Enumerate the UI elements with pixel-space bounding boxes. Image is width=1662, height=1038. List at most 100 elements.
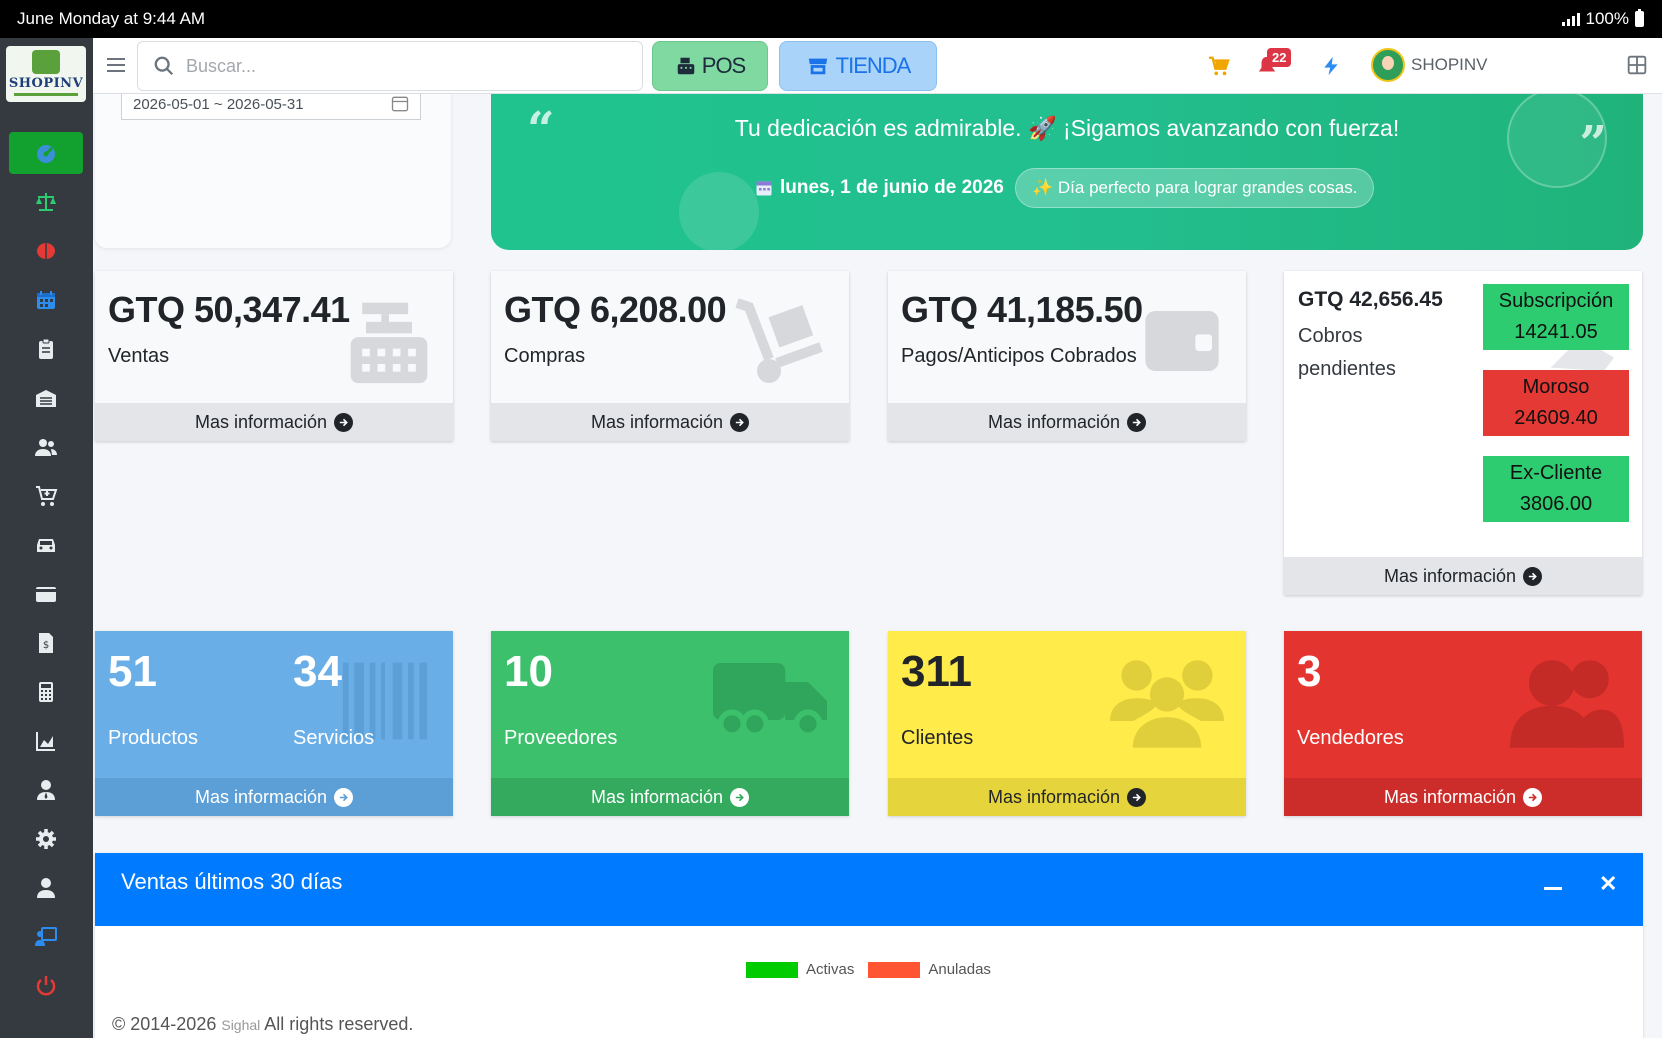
svg-text:$: $	[43, 640, 49, 651]
suppliers-label: Proveedores	[504, 727, 618, 749]
gear-icon	[36, 829, 56, 849]
chart-title: Ventas últimos 30 días	[121, 869, 343, 894]
sidebar-item-reports[interactable]	[9, 720, 83, 762]
battery-icon	[1635, 9, 1644, 27]
products-box: 51 Productos 34 Servicios Mas informació…	[95, 631, 453, 816]
arrow-right-icon	[1127, 412, 1147, 432]
subscription-tag[interactable]: Subscripción 14241.05	[1483, 284, 1629, 350]
pending-more-link[interactable]: Mas información	[1284, 557, 1642, 595]
menu-toggle-icon[interactable]	[107, 56, 125, 74]
suppliers-count: 10	[504, 647, 553, 696]
avatar	[1371, 48, 1405, 82]
signal-icon	[1561, 12, 1580, 26]
rights-text: All rights reserved.	[264, 1014, 414, 1034]
wallet-icon	[36, 587, 56, 602]
sidebar-item-balance[interactable]	[9, 181, 83, 223]
sidebar-item-profile[interactable]	[9, 867, 83, 909]
sidebar-item-brain[interactable]	[9, 230, 83, 272]
ex-client-tag[interactable]: Ex-Cliente 3806.00	[1483, 456, 1629, 522]
sidebar-item-calculator[interactable]	[9, 671, 83, 713]
sales-more-link[interactable]: Mas información	[95, 403, 453, 441]
search-icon	[154, 56, 174, 76]
calendar-icon	[37, 291, 55, 309]
sidebar-item-dashboard[interactable]	[9, 132, 83, 174]
scale-icon	[36, 193, 56, 211]
sellers-more-link[interactable]: Mas información	[1284, 778, 1642, 816]
banner-message: Tu dedicación es admirable. 🚀 ¡Sigamos a…	[734, 115, 1400, 141]
battery-percent: 100%	[1585, 9, 1629, 28]
date-range-card: 2026-05-01 ~ 2026-05-31	[95, 94, 451, 248]
users-icon	[35, 439, 57, 456]
copyright-text: © 2014-2026	[112, 1014, 217, 1034]
top-navbar: POS TIENDA 22 SHOPINV	[93, 38, 1662, 94]
sellers-box: 3 Vendedores Mas información	[1284, 631, 1642, 816]
search-input[interactable]	[186, 52, 626, 80]
sidebar: SHOPINV $	[0, 38, 93, 1038]
logo-mark-icon	[32, 50, 60, 74]
sidebar-item-settings[interactable]	[9, 818, 83, 860]
sidebar-item-users[interactable]	[9, 426, 83, 468]
pos-button[interactable]: POS	[652, 41, 768, 91]
arrow-right-icon	[1523, 566, 1543, 586]
sidebar-item-wallet[interactable]	[9, 573, 83, 615]
banner-tip-text: ✨ Día perfecto para lograr grandes cosas…	[1032, 178, 1358, 197]
products-label: Productos	[108, 727, 199, 749]
sidebar-item-cart[interactable]	[9, 475, 83, 517]
services-label: Servicios	[293, 727, 375, 749]
sidebar-item-warehouse[interactable]	[9, 377, 83, 419]
cart-button[interactable]	[1205, 52, 1233, 80]
cart-plus-icon	[36, 486, 58, 506]
suppliers-more-link[interactable]: Mas información	[491, 778, 849, 816]
page-footer: © 2014-2026 Sighal All rights reserved.	[93, 1008, 1662, 1038]
truck-icon	[713, 663, 827, 739]
sidebar-item-vehicle[interactable]	[9, 524, 83, 566]
calendar-icon	[756, 181, 772, 196]
services-count: 34	[293, 647, 342, 696]
car-icon	[37, 539, 55, 552]
sidebar-item-calendar[interactable]	[9, 279, 83, 321]
tienda-button[interactable]: TIENDA	[779, 41, 937, 91]
sidebar-item-teacher[interactable]	[9, 916, 83, 958]
close-icon[interactable]: ✕	[1599, 871, 1617, 897]
purchases-more-link[interactable]: Mas información	[491, 403, 849, 441]
calculator-icon	[39, 682, 53, 702]
clients-box: 311 Clientes Mas información	[888, 631, 1246, 816]
pending-collections-box: GTQ 42,656.45 Cobros pendientes Subscrip…	[1284, 271, 1642, 595]
collapse-icon[interactable]	[1544, 887, 1562, 890]
notifications-badge: 22	[1267, 48, 1292, 67]
clients-more-link[interactable]: Mas información	[888, 778, 1246, 816]
products-count: 51	[108, 647, 157, 696]
bolt-icon	[1324, 56, 1338, 76]
apps-grid-icon[interactable]	[1627, 55, 1647, 75]
presentation-icon	[35, 927, 57, 946]
sidebar-item-clipboard[interactable]	[9, 328, 83, 370]
sidebar-item-invoice[interactable]: $	[9, 622, 83, 664]
payments-more-link[interactable]: Mas información	[888, 403, 1246, 441]
tienda-label: TIENDA	[835, 53, 912, 78]
user-tie-icon	[37, 780, 55, 800]
cash-register-icon	[677, 57, 695, 75]
app-logo[interactable]: SHOPINV	[6, 46, 86, 102]
arrow-right-icon	[730, 412, 750, 432]
products-more-link[interactable]: Mas información	[95, 778, 453, 816]
status-bar: June Monday at 9:44 AM 100%	[0, 0, 1662, 38]
legend-swatch-anuladas	[868, 961, 921, 978]
user-menu[interactable]: SHOPINV	[1371, 48, 1488, 82]
sidebar-item-logout[interactable]	[9, 965, 83, 1007]
chart-legend: Activas Anuladas	[746, 961, 991, 978]
footer-brand[interactable]: Sighal	[221, 1017, 260, 1033]
arrow-right-icon	[334, 787, 354, 807]
clipboard-icon	[39, 338, 53, 359]
quick-actions-button[interactable]	[1317, 52, 1345, 80]
sellers-label: Vendedores	[1297, 727, 1404, 749]
date-range-input[interactable]: 2026-05-01 ~ 2026-05-31	[121, 94, 421, 120]
arrow-right-icon	[730, 787, 750, 807]
purchases-box: GTQ 6,208.00 Compras Mas información	[491, 271, 849, 441]
brain-icon	[37, 243, 55, 259]
cash-register-icon	[350, 302, 428, 384]
legend-label-anuladas: Anuladas	[928, 961, 991, 978]
power-icon	[36, 976, 56, 996]
sidebar-item-employee[interactable]	[9, 769, 83, 811]
moroso-tag[interactable]: Moroso 24609.40	[1483, 370, 1629, 436]
calendar-icon	[391, 96, 409, 112]
